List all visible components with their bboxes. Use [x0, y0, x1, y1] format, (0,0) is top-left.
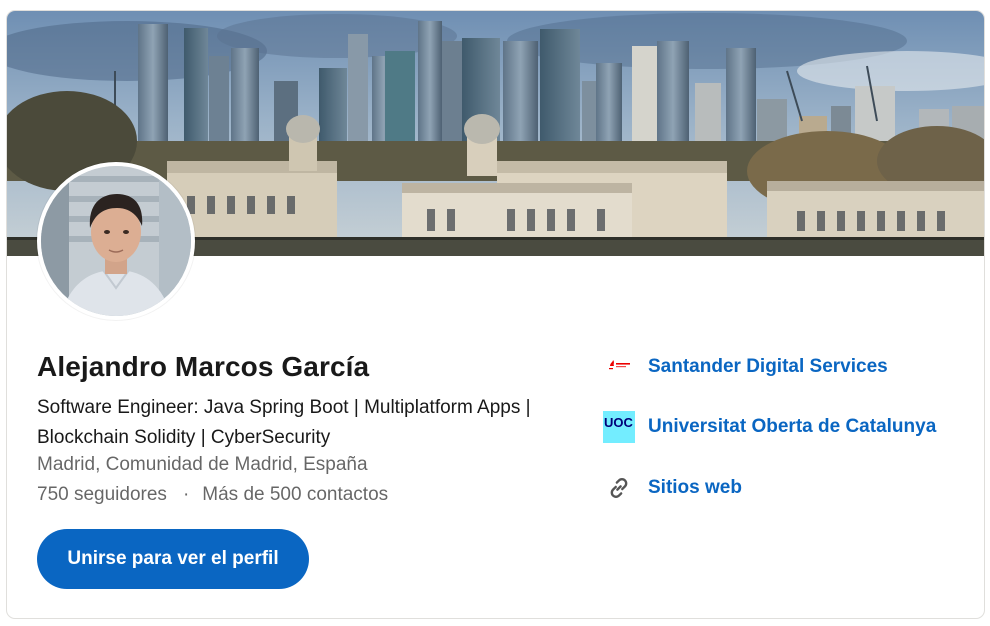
profile-avatar[interactable] — [37, 162, 195, 320]
sidebar-item-label: Santander Digital Services — [648, 356, 888, 377]
uoc-logo-icon: UOC — [603, 411, 635, 443]
sidebar-item-uoc[interactable]: UOC Universitat Oberta de Catalunya — [603, 410, 973, 444]
sidebar-item-santander[interactable]: Santander Digital Services — [603, 350, 973, 384]
profile-stats: 750 seguidores · Más de 500 contactos — [37, 484, 388, 506]
followers-count: 750 seguidores — [37, 484, 167, 505]
stats-separator: · — [182, 484, 190, 505]
santander-logo-icon — [603, 351, 635, 383]
connections-count: Más de 500 contactos — [202, 484, 389, 505]
sidebar-item-websites[interactable]: Sitios web — [603, 471, 973, 505]
sidebar-item-label: Sitios web — [648, 477, 742, 498]
uoc-logo-text: UOC — [604, 415, 634, 430]
profile-location: Madrid, Comunidad de Madrid, España — [37, 454, 368, 475]
profile-card: Alejandro Marcos García Software Enginee… — [6, 10, 985, 619]
join-to-view-profile-button[interactable]: Unirse para ver el perfil — [37, 529, 309, 589]
profile-name: Alejandro Marcos García — [37, 351, 370, 382]
sidebar-item-label: Universitat Oberta de Catalunya — [648, 416, 937, 437]
link-icon — [603, 472, 635, 504]
profile-headline: Software Engineer: Java Spring Boot | Mu… — [37, 397, 531, 448]
